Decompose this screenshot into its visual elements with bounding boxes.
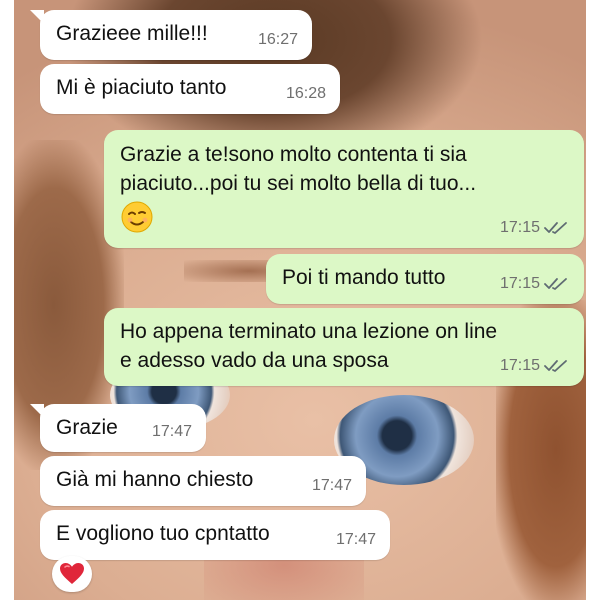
message-reaction[interactable] bbox=[52, 556, 92, 592]
message-meta: 16:28 bbox=[286, 79, 326, 108]
incoming-message[interactable]: Grazieee mille!!! 16:27 bbox=[30, 10, 312, 60]
message-text: Già mi hanno chiesto bbox=[56, 468, 254, 491]
message-time: 17:47 bbox=[335, 531, 376, 548]
double-check-icon bbox=[544, 277, 567, 290]
message-text: Poi ti mando tutto bbox=[282, 266, 446, 289]
message-text: Grazie bbox=[56, 416, 118, 439]
message-text: Grazieee mille!!! bbox=[56, 22, 208, 45]
double-check-icon bbox=[544, 221, 567, 234]
message-text: Grazie a te!sono molto contenta ti sia p… bbox=[120, 143, 477, 195]
incoming-message[interactable]: E vogliono tuo cpntatto 17:47 bbox=[40, 510, 390, 560]
double-check-icon bbox=[544, 359, 567, 372]
message-time: 17:15 bbox=[499, 357, 540, 374]
message-meta: 17:47 bbox=[312, 471, 352, 500]
outgoing-message[interactable]: Poi ti mando tutto 17:15 bbox=[266, 254, 584, 304]
chat-screen: Grazieee mille!!! 16:27 Mi è piaciuto ta… bbox=[0, 0, 600, 600]
incoming-message[interactable]: Mi è piaciuto tanto 16:28 bbox=[40, 64, 340, 114]
heart-icon bbox=[60, 563, 84, 584]
message-meta: 17:47 bbox=[152, 417, 192, 446]
message-meta: 16:27 bbox=[258, 25, 298, 54]
message-time: 16:27 bbox=[257, 31, 298, 48]
winking-face-emoji bbox=[121, 201, 153, 233]
message-meta: 17:47 bbox=[336, 525, 376, 554]
message-time: 17:15 bbox=[499, 219, 540, 236]
message-meta: 17:15 bbox=[500, 351, 570, 380]
message-meta: 17:15 bbox=[500, 213, 570, 242]
message-time: 17:15 bbox=[499, 275, 540, 292]
incoming-message[interactable]: Già mi hanno chiesto 17:47 bbox=[40, 456, 366, 506]
outgoing-message[interactable]: Grazie a te!sono molto contenta ti sia p… bbox=[104, 130, 584, 248]
message-time: 17:47 bbox=[311, 477, 352, 494]
incoming-message[interactable]: Grazie 17:47 bbox=[30, 404, 206, 452]
message-time: 16:28 bbox=[285, 85, 326, 102]
message-text: Mi è piaciuto tanto bbox=[56, 76, 227, 99]
outgoing-message[interactable]: Ho appena terminato una lezione on line … bbox=[104, 308, 584, 386]
message-time: 17:47 bbox=[151, 423, 192, 440]
message-meta: 17:15 bbox=[500, 269, 570, 298]
message-text: E vogliono tuo cpntatto bbox=[56, 522, 270, 545]
